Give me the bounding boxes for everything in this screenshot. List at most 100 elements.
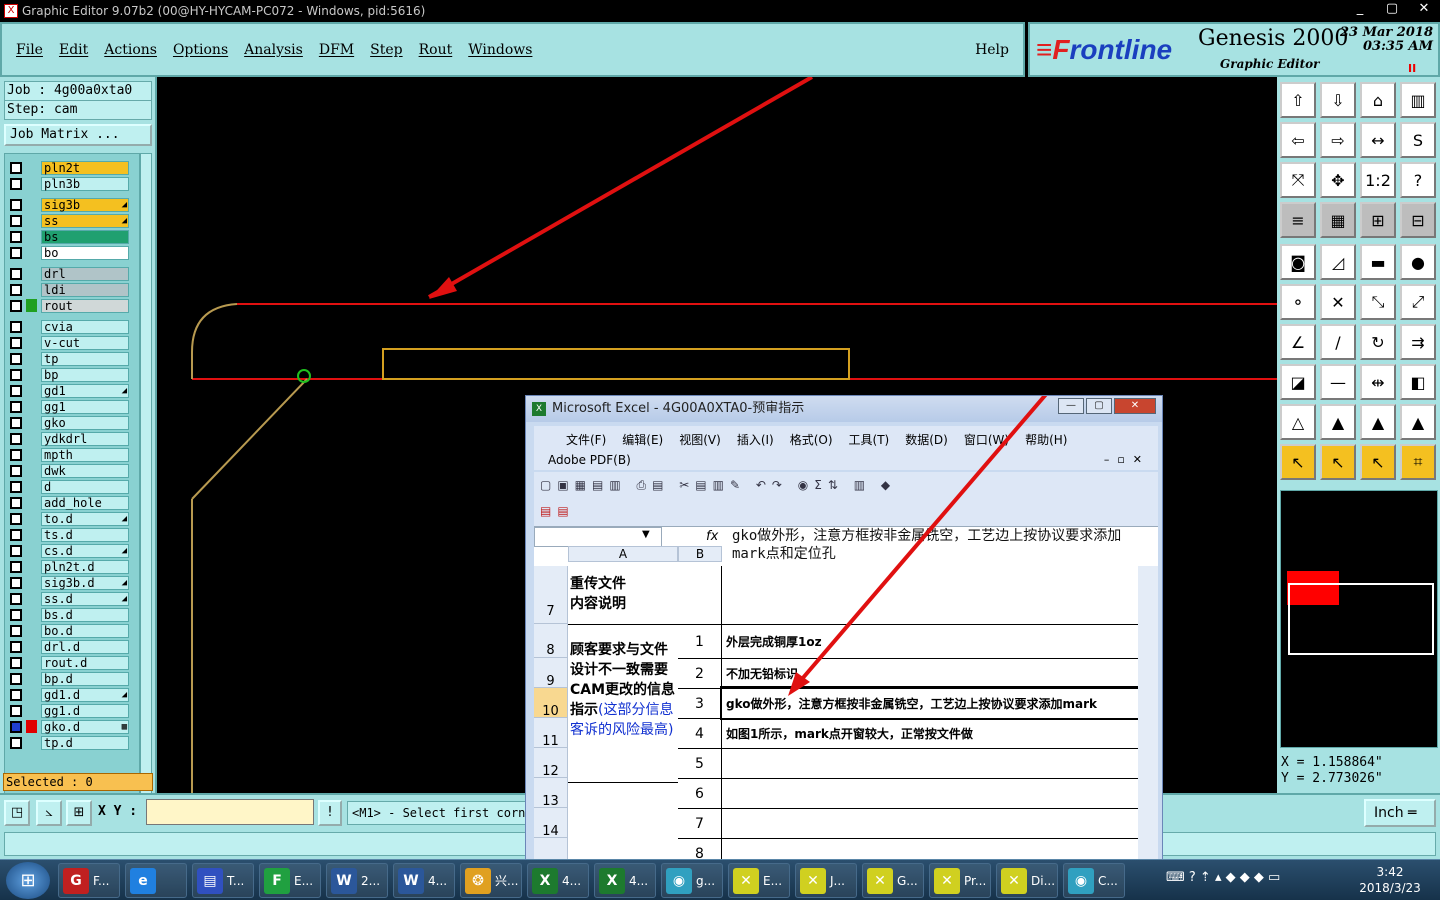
name-box-dropdown-icon[interactable]: ▼ xyxy=(642,529,650,540)
instruction-cell[interactable] xyxy=(722,748,1138,778)
instruction-cell[interactable]: 如图1所示，mark点开窗较大，正常按文件做 xyxy=(722,718,1138,748)
taskbar-item[interactable]: ❂ 兴... xyxy=(460,863,522,898)
layer-name[interactable]: gko.d xyxy=(41,719,129,734)
layer-name[interactable]: bp.d xyxy=(41,671,129,686)
excel-menu-item[interactable]: 数据(D) xyxy=(905,431,948,448)
menu-options[interactable]: Options xyxy=(173,42,228,58)
excel-menu-item[interactable]: 视图(V) xyxy=(679,431,721,448)
layer-checkbox[interactable] xyxy=(10,352,22,365)
tool-button[interactable]: ▲ xyxy=(1360,404,1396,440)
menu-help[interactable]: Help xyxy=(975,42,1009,58)
layer-name[interactable]: to.d xyxy=(41,511,129,526)
excel-vertical-scrollbar[interactable] xyxy=(1138,566,1158,859)
tool-button[interactable]: ↻ xyxy=(1360,324,1396,360)
excel-menu-item[interactable]: 编辑(E) xyxy=(622,431,663,448)
layer-row[interactable]: sig3b.d ◢ xyxy=(7,575,129,590)
excel-close-button[interactable]: ✕ xyxy=(1114,398,1156,414)
item-number-cell[interactable]: 1 xyxy=(678,624,722,658)
tool-button[interactable]: ⇨ xyxy=(1320,122,1356,158)
tool-button[interactable]: ⇹ xyxy=(1360,364,1396,400)
taskbar-item[interactable]: W 2... xyxy=(326,863,388,898)
layer-scrollbar[interactable] xyxy=(140,153,152,833)
layer-row[interactable]: gd1 ◢ xyxy=(7,383,129,398)
layer-checkbox[interactable] xyxy=(10,496,22,509)
menu-dfm[interactable]: DFM xyxy=(319,42,354,58)
layer-row[interactable]: add_hole xyxy=(7,495,129,510)
item-number-cell[interactable] xyxy=(678,566,722,624)
item-number-cell[interactable]: 5 xyxy=(678,748,722,778)
layer-row[interactable]: d xyxy=(7,479,129,494)
layer-row[interactable]: gko.d ▦ xyxy=(7,719,129,734)
taskbar-item[interactable]: F E... xyxy=(259,863,321,898)
tool-button[interactable]: ▦ xyxy=(1320,202,1356,238)
taskbar-item[interactable]: ✕ J... xyxy=(795,863,857,898)
tool-button[interactable]: ⇩ xyxy=(1320,82,1356,118)
layer-name[interactable]: bp xyxy=(41,367,129,382)
menu-edit[interactable]: Edit xyxy=(59,42,88,58)
tool-button[interactable]: ◪ xyxy=(1280,364,1316,400)
excel-menu-item[interactable]: 文件(F) xyxy=(566,431,606,448)
layer-name[interactable]: add_hole xyxy=(41,495,129,510)
layer-name[interactable]: rout xyxy=(41,298,129,313)
layer-checkbox[interactable] xyxy=(10,672,22,685)
tool-button[interactable]: ◙ xyxy=(1280,244,1316,280)
layer-name[interactable]: pln3b xyxy=(41,176,129,191)
excel-menu-item[interactable]: 工具(T) xyxy=(849,431,890,448)
column-b-header[interactable]: B xyxy=(678,546,722,562)
layer-row[interactable]: v-cut xyxy=(7,335,129,350)
layer-name[interactable]: drl.d xyxy=(41,639,129,654)
excel-menu-item[interactable]: 格式(O) xyxy=(790,431,833,448)
layer-checkbox[interactable] xyxy=(10,480,22,493)
layer-checkbox[interactable] xyxy=(10,246,22,259)
layer-row[interactable]: bs.d xyxy=(7,607,129,622)
layer-name[interactable]: gko xyxy=(41,415,129,430)
row-header[interactable]: 14 xyxy=(534,808,568,839)
layer-name[interactable]: cvia xyxy=(41,319,129,334)
layer-row[interactable]: ydkdrl xyxy=(7,431,129,446)
layer-row[interactable]: bp xyxy=(7,367,129,382)
instruction-cell[interactable] xyxy=(722,808,1138,838)
item-number-cell[interactable]: 8 xyxy=(678,838,722,859)
layer-name[interactable]: d xyxy=(41,479,129,494)
tool-button[interactable]: ⤢ xyxy=(1400,284,1436,320)
tool-button[interactable]: / xyxy=(1320,324,1356,360)
tool-button[interactable]: ▬ xyxy=(1360,244,1396,280)
layer-name[interactable]: ydkdrl xyxy=(41,431,129,446)
layer-checkbox[interactable] xyxy=(10,544,22,557)
tool-button[interactable]: ⊞ xyxy=(1360,202,1396,238)
pdf-toolbar[interactable]: ▤▤ xyxy=(540,504,575,518)
tool-button[interactable]: ↔ xyxy=(1360,122,1396,158)
tool-button[interactable]: ↖ xyxy=(1280,444,1316,480)
snap-icon[interactable]: ⦣ xyxy=(36,800,62,826)
layer-row[interactable]: to.d ◢ xyxy=(7,511,129,526)
layer-row[interactable]: mpth xyxy=(7,447,129,462)
start-button[interactable]: ⊞ xyxy=(6,862,50,899)
instruction-cell[interactable] xyxy=(722,566,1138,624)
fx-icon[interactable]: fx xyxy=(706,529,718,544)
layer-checkbox[interactable] xyxy=(10,416,22,429)
layer-checkbox[interactable] xyxy=(10,720,22,733)
layer-name[interactable]: tp xyxy=(41,351,129,366)
tool-button[interactable]: ▥ xyxy=(1400,82,1436,118)
taskbar-item[interactable]: X 4... xyxy=(594,863,656,898)
layer-row[interactable]: rout.d xyxy=(7,655,129,670)
taskbar-item[interactable]: ◉ C... xyxy=(1063,863,1125,898)
tool-button[interactable]: ⇉ xyxy=(1400,324,1436,360)
layer-row[interactable]: pln2t xyxy=(7,160,129,175)
layer-checkbox[interactable] xyxy=(10,736,22,749)
tool-button[interactable]: ▲ xyxy=(1400,404,1436,440)
taskbar-item[interactable]: ✕ E... xyxy=(728,863,790,898)
layer-row[interactable]: tp.d xyxy=(7,735,129,750)
taskbar-item[interactable]: ✕ Di... xyxy=(996,863,1058,898)
taskbar-item[interactable]: e xyxy=(125,863,187,898)
instruction-cell[interactable]: gko做外形，注意方框按非金属铣空，工艺边上按协议要求添加mark xyxy=(720,686,1140,720)
layer-row[interactable]: pln3b xyxy=(7,176,129,191)
layer-name[interactable]: gd1.d xyxy=(41,687,129,702)
layer-row[interactable]: bo xyxy=(7,245,129,260)
layer-name[interactable]: ss xyxy=(41,213,129,228)
layer-checkbox[interactable] xyxy=(10,283,22,296)
tool-button[interactable]: ↖ xyxy=(1360,444,1396,480)
tool-button[interactable]: ● xyxy=(1400,244,1436,280)
tool-button[interactable]: △ xyxy=(1280,404,1316,440)
layer-name[interactable]: cs.d xyxy=(41,543,129,558)
